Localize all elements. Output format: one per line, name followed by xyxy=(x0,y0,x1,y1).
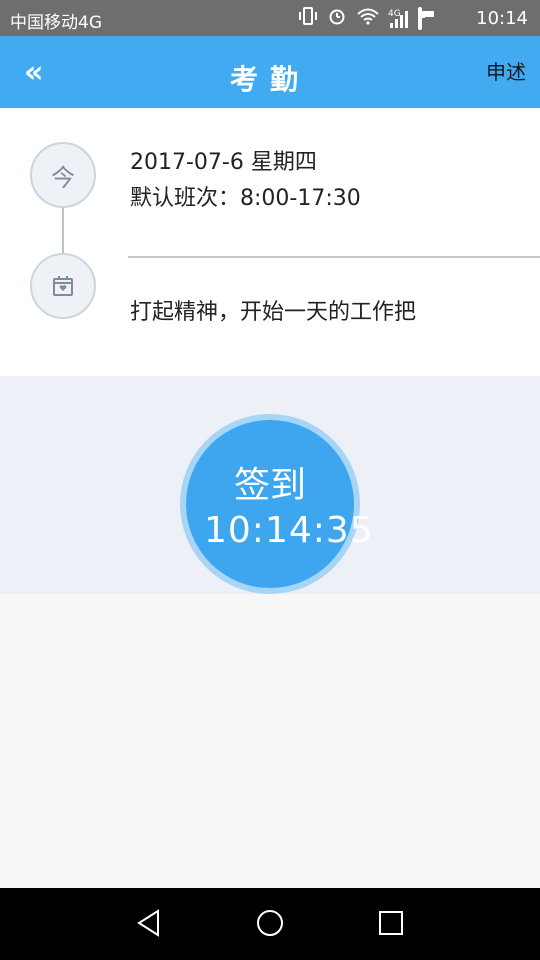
alarm-icon xyxy=(328,7,346,30)
sign-in-clock: 10:14:35 xyxy=(204,510,374,551)
sign-in-label: 签到 xyxy=(233,465,306,506)
clock-label: 10:14 xyxy=(476,8,528,29)
carrier-label: 中国移动4G xyxy=(10,13,102,33)
page-title: 考勤 xyxy=(229,63,310,96)
status-bar: 中国移动4G 4G 10:14 xyxy=(0,0,540,36)
calendar-badge xyxy=(30,253,96,319)
appeal-button[interactable]: 申述 xyxy=(486,56,526,85)
recent-apps-icon[interactable] xyxy=(376,908,406,938)
today-badge-label: 今 xyxy=(51,163,75,192)
system-nav-bar xyxy=(0,888,540,960)
back-icon[interactable] xyxy=(134,908,164,938)
signal-icon: 4G xyxy=(388,9,408,28)
wifi-icon xyxy=(356,7,380,30)
motto-label: 打起精神，开始一天的工作把 xyxy=(130,300,417,325)
app-header: « 考勤 申述 xyxy=(0,36,540,108)
date-label: 2017-07-6 星期四 xyxy=(130,150,317,175)
battery-icon xyxy=(418,6,434,30)
divider xyxy=(128,256,540,258)
calendar-icon xyxy=(53,276,73,296)
attendance-info: 今 2017-07-6 星期四 默认班次：8:00-17:30 打起精神，开始一… xyxy=(0,108,540,376)
sign-in-button[interactable]: 签到 10:14:35 xyxy=(180,414,373,594)
shift-label: 默认班次：8:00-17:30 xyxy=(130,186,361,211)
network-badge: 4G xyxy=(388,8,401,19)
home-icon[interactable] xyxy=(255,908,285,938)
timeline-connector xyxy=(62,208,64,253)
today-badge: 今 xyxy=(30,142,96,208)
vibrate-icon xyxy=(298,7,318,30)
status-icons: 4G xyxy=(298,6,434,30)
